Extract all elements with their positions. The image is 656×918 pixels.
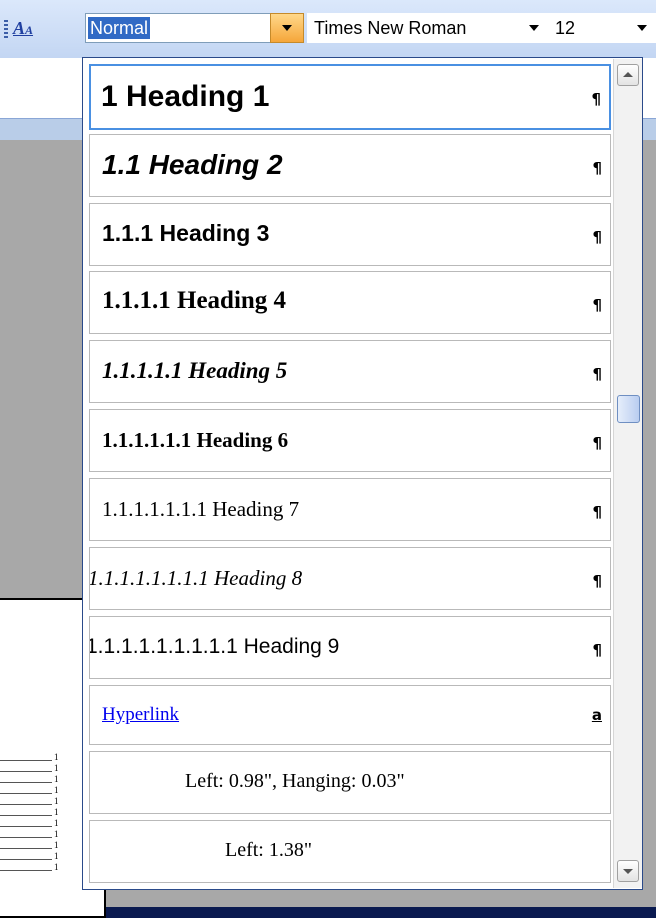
paragraph-style-icon: ¶ (592, 641, 602, 659)
toc-page-number: 1 (54, 851, 59, 861)
toc-leader-line (0, 826, 52, 827)
toc-page-number: 1 (54, 840, 59, 850)
paragraph-style-icon: ¶ (592, 572, 602, 590)
styles-and-formatting-icon[interactable]: AA (13, 18, 33, 39)
toc-page-number: 1 (54, 818, 59, 828)
toc-leader-line (0, 848, 52, 849)
style-list-item[interactable]: 1.1.1.1.1 Heading 5 ¶ (89, 340, 611, 403)
style-list-item[interactable]: 1.1.1 Heading 3 ¶ (89, 203, 611, 266)
formatting-toolbar: AA Normal Times New Roman 12 (0, 0, 656, 59)
style-list-item[interactable]: 1 Heading 1 ¶ (89, 64, 611, 130)
toolbar-grip-handle[interactable] (4, 20, 8, 40)
toc-leader-line (0, 815, 52, 816)
style-combobox-value: Normal (88, 17, 151, 39)
style-item-label: 1.1 Heading 2 (102, 149, 283, 180)
paragraph-style-icon: ¶ (592, 296, 602, 314)
scroll-down-button[interactable] (617, 860, 639, 882)
style-list-item[interactable]: Left: 1.38" (89, 820, 611, 883)
style-item-label: 1.1.1.1.1.1.1.1.1 Heading 9 (89, 635, 340, 658)
paragraph-style-icon: ¶ (592, 228, 602, 246)
toc-leader-line (0, 771, 52, 772)
toc-leader-line (0, 760, 52, 761)
toc-page-number: 1 (54, 752, 59, 762)
toc-leader-line (0, 859, 52, 860)
font-combobox-value: Times New Roman (314, 18, 467, 38)
style-item-label: 1.1.1.1.1 Heading 5 (102, 358, 288, 383)
style-dropdown-list: 1 Heading 1 ¶ 1.1 Heading 2 ¶ 1.1.1 Heading … (82, 57, 643, 890)
vertical-scrollbar[interactable] (613, 59, 642, 888)
character-style-icon: a (591, 706, 602, 724)
style-list-item[interactable]: 1.1.1.1.1.1.1.1 Heading 8 ¶ (89, 547, 611, 610)
style-item-label: 1.1.1 Heading 3 (102, 220, 270, 246)
style-item-label: 1.1.1.1.1.1.1.1 Heading 8 (89, 566, 303, 590)
style-list-item[interactable]: 1.1.1.1.1.1.1 Heading 7 ¶ (89, 478, 611, 541)
style-item-label: Hyperlink (102, 704, 180, 725)
toc-page-number: 1 (54, 763, 59, 773)
paragraph-style-icon: ¶ (592, 159, 602, 177)
chevron-down-icon (529, 25, 539, 31)
styles-icon-letter: A (13, 18, 26, 38)
style-list-item[interactable]: Left: 0.98", Hanging: 0.03" (89, 751, 611, 814)
toc-leader-line (0, 837, 52, 838)
arrow-up-icon (623, 72, 633, 77)
toc-leader-line (0, 782, 52, 783)
toc-leader-line (0, 804, 52, 805)
paragraph-style-icon: ¶ (591, 90, 601, 108)
style-item-label: 1.1.1.1.1.1 Heading 6 (102, 428, 289, 452)
style-item-label: 1 Heading 1 (101, 80, 270, 113)
scroll-up-button[interactable] (617, 64, 639, 86)
toc-page-number: 1 (54, 829, 59, 839)
paragraph-style-icon: ¶ (592, 434, 602, 452)
font-dropdown-button[interactable] (517, 13, 547, 43)
style-item-label: 1.1.1.1 Heading 4 (102, 287, 287, 314)
arrow-down-icon (623, 869, 633, 874)
style-list-item[interactable]: 1.1 Heading 2 ¶ (89, 134, 611, 197)
font-size-combobox[interactable]: 12 (547, 13, 627, 43)
toc-leader-line (0, 870, 52, 871)
font-size-value: 12 (555, 18, 576, 38)
style-list-item[interactable]: 1.1.1.1 Heading 4 ¶ (89, 271, 611, 334)
style-list-item[interactable]: Hyperlink a (89, 685, 611, 745)
style-combobox[interactable]: Normal (85, 13, 271, 43)
style-item-label: 1.1.1.1.1.1.1 Heading 7 (102, 497, 300, 521)
style-item-label: Left: 0.98", Hanging: 0.03" (185, 770, 405, 792)
chevron-down-icon (282, 25, 292, 31)
style-dropdown-button[interactable] (270, 13, 304, 43)
toc-page-number: 1 (54, 862, 59, 872)
toc-page-number: 1 (54, 796, 59, 806)
chevron-down-icon (637, 25, 647, 31)
toc-page-number: 1 (54, 774, 59, 784)
font-combobox[interactable]: Times New Roman (307, 13, 517, 43)
style-item-label: Left: 1.38" (225, 839, 313, 861)
toc-page-number: 1 (54, 807, 59, 817)
scrollbar-thumb[interactable] (617, 395, 640, 423)
style-list-item[interactable]: 1.1.1.1.1.1.1.1.1 Heading 9 ¶ (89, 616, 611, 679)
font-size-dropdown-button[interactable] (627, 13, 656, 43)
toc-leader-line (0, 793, 52, 794)
style-list-item[interactable]: 1.1.1.1.1.1 Heading 6 ¶ (89, 409, 611, 472)
paragraph-style-icon: ¶ (592, 503, 602, 521)
paragraph-style-icon: ¶ (592, 365, 602, 383)
toc-page-number: 1 (54, 785, 59, 795)
